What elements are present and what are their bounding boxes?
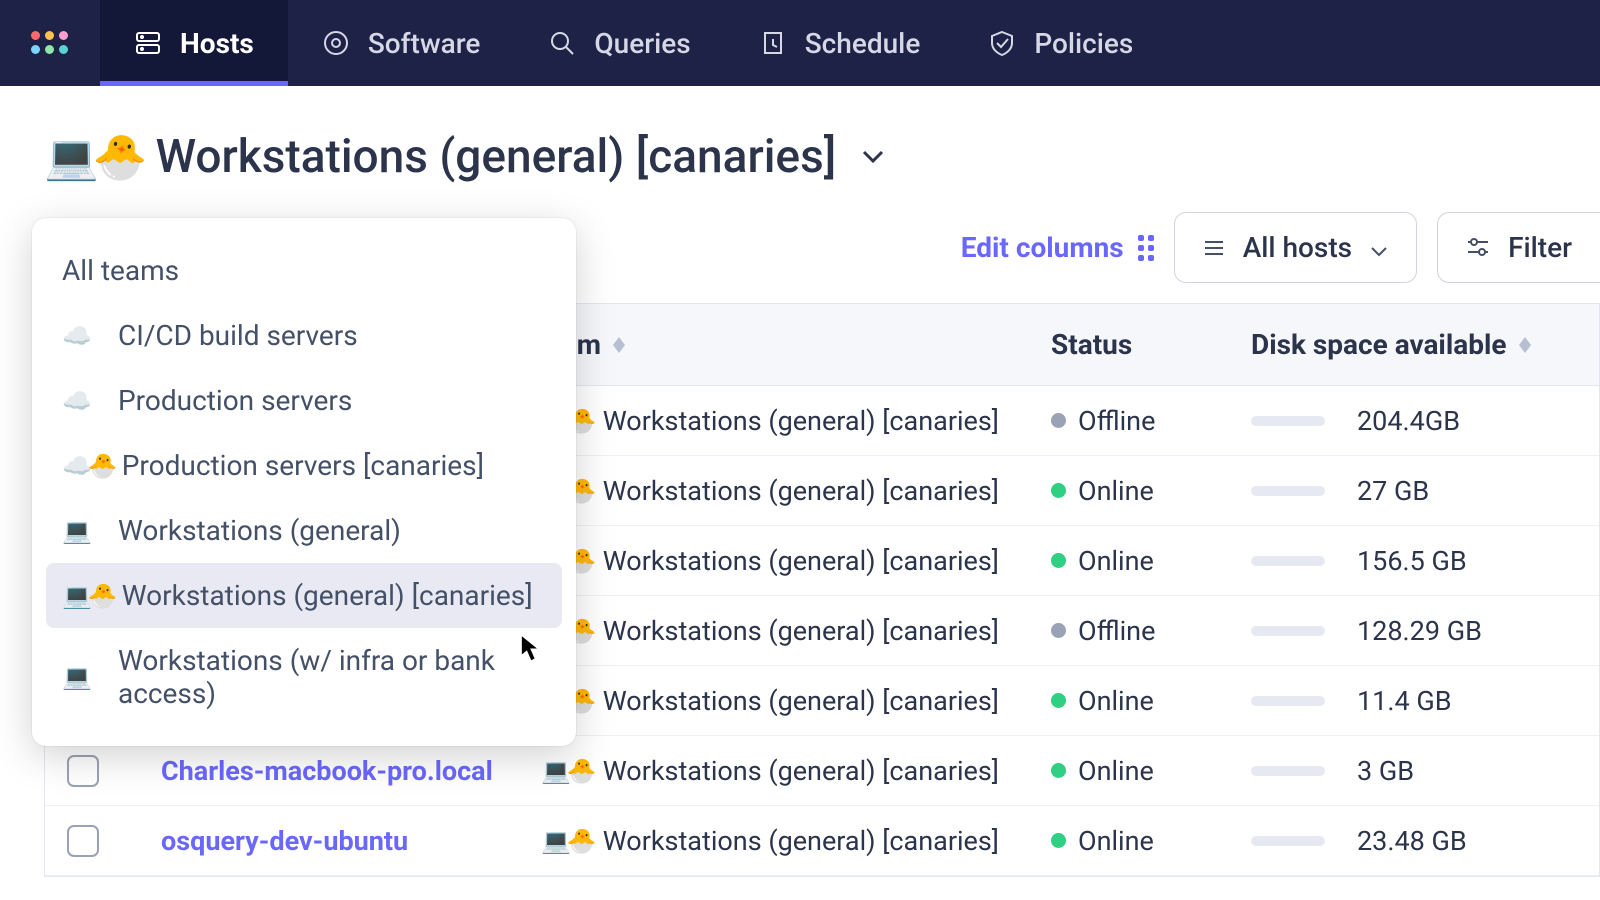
policies-icon [988,29,1016,57]
status-dot [1051,763,1066,778]
table-row[interactable]: osquery-dev-ubuntu💻🐣Workstations (genera… [45,806,1599,876]
all-hosts-filter[interactable]: All hosts [1174,212,1417,283]
disk-bar [1251,766,1325,776]
team-option[interactable]: 💻Workstations (w/ infra or bank access) [32,628,576,726]
team-option[interactable]: ☁️🐣Production servers [canaries] [32,433,576,498]
column-header-status[interactable]: Status [1051,328,1132,361]
page-title: Workstations (general) [canaries] [156,130,837,184]
team-option[interactable]: ☁️Production servers [32,368,576,433]
disk-bar [1251,696,1325,706]
sliders-icon [1466,231,1490,264]
list-icon [1203,231,1225,264]
sort-icon[interactable] [613,337,625,353]
team-dropdown[interactable]: All teams☁️CI/CD build servers☁️Producti… [32,218,576,746]
team-option[interactable]: ☁️CI/CD build servers [32,303,576,368]
all-hosts-label: All hosts [1243,231,1352,264]
status-dot [1051,623,1066,638]
team-option[interactable]: All teams [32,238,576,303]
columns-icon [1138,235,1154,261]
disk-bar [1251,836,1325,846]
status-dot [1051,553,1066,568]
status-dot [1051,413,1066,428]
disk-bar [1251,626,1325,636]
page-title-row: 💻🐣 Workstations (general) [canaries] [0,86,1600,202]
software-icon [322,29,350,57]
team-option[interactable]: 💻Workstations (general) [32,498,576,563]
cursor-icon [520,634,542,666]
filter-label: Filter [1508,231,1572,264]
column-header-disk[interactable]: Disk space available [1251,328,1507,361]
filter-button[interactable]: Filter [1437,212,1600,283]
nav-queries[interactable]: Queries [514,0,724,86]
status-dot [1051,833,1066,848]
nav-policies[interactable]: Policies [954,0,1167,86]
edit-columns-label: Edit columns [961,231,1124,264]
chevron-down-icon [1370,231,1388,264]
row-checkbox[interactable] [67,825,99,857]
nav-hosts[interactable]: Hosts [100,0,288,86]
edit-columns-button[interactable]: Edit columns [961,231,1154,264]
disk-bar [1251,556,1325,566]
host-link[interactable]: osquery-dev-ubuntu [161,825,408,857]
status-dot [1051,693,1066,708]
sort-icon[interactable] [1519,337,1531,353]
queries-icon [548,29,576,57]
disk-bar [1251,486,1325,496]
logo[interactable] [0,0,100,86]
page-title-emoji: 💻🐣 [44,131,142,183]
row-checkbox[interactable] [67,755,99,787]
schedule-icon [759,29,787,57]
status-dot [1051,483,1066,498]
nav-software[interactable]: Software [288,0,515,86]
table-row[interactable]: Charles-macbook-pro.local💻🐣Workstations … [45,736,1599,806]
top-nav: HostsSoftwareQueriesSchedulePolicies [0,0,1600,86]
host-link[interactable]: Charles-macbook-pro.local [161,755,493,787]
team-option[interactable]: 💻🐣Workstations (general) [canaries] [46,563,562,628]
nav-schedule[interactable]: Schedule [725,0,955,86]
disk-bar [1251,416,1325,426]
hosts-icon [134,29,162,57]
team-selector-caret[interactable] [862,148,884,167]
